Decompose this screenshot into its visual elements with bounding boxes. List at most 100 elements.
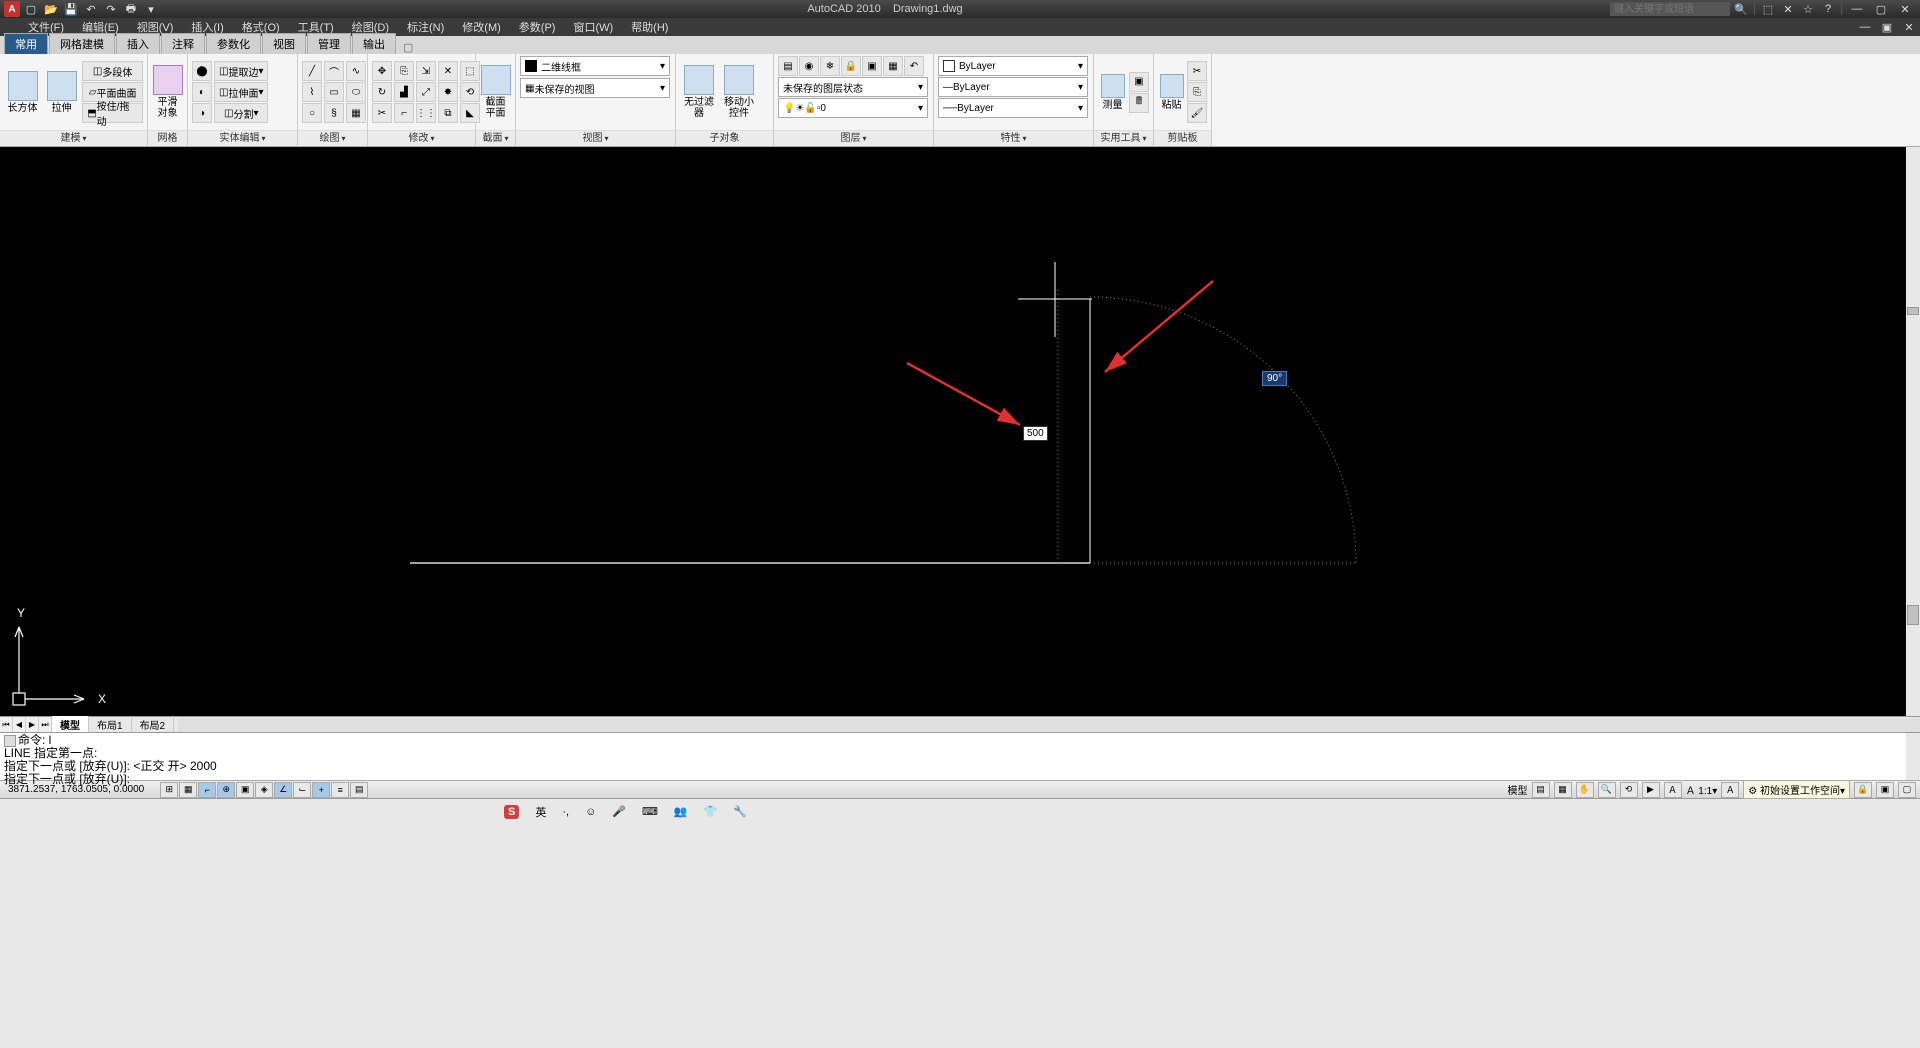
polyline-icon[interactable]: ⌇ xyxy=(302,82,322,102)
layer-freeze-icon[interactable]: ❄ xyxy=(820,56,840,76)
nofilter-button[interactable]: 无过滤器 xyxy=(680,57,718,127)
rotate-icon[interactable]: ↻ xyxy=(372,82,392,102)
panel-label-draw[interactable]: 绘图▾ xyxy=(298,130,367,146)
polysolid-button[interactable]: ◫ 多段体 xyxy=(82,61,143,81)
canvas-vscroll[interactable] xyxy=(1906,147,1920,716)
app-menu-icon[interactable]: A xyxy=(4,1,20,17)
layer-prop-icon[interactable]: ▤ xyxy=(778,56,798,76)
linetype-combo[interactable]: ── ByLayer▾ xyxy=(938,98,1088,118)
qat-print-icon[interactable]: 🖶 xyxy=(122,1,140,17)
tab-annotate[interactable]: 注释 xyxy=(161,33,205,54)
lineweight-combo[interactable]: — ByLayer▾ xyxy=(938,77,1088,97)
explode-icon[interactable]: ✸ xyxy=(438,82,458,102)
layer-iso-icon[interactable]: ▣ xyxy=(862,56,882,76)
presspull-button[interactable]: ⬒ 按住/拖动 xyxy=(82,103,143,123)
ime-hanger-icon[interactable]: 👕 xyxy=(698,802,724,822)
stretch-icon[interactable]: ⇲ xyxy=(416,61,436,81)
arc-icon[interactable]: ⌒ xyxy=(324,61,344,81)
layer-prev-icon[interactable]: ↶ xyxy=(904,56,924,76)
tab-insert[interactable]: 插入 xyxy=(116,33,160,54)
minimize-button[interactable]: — xyxy=(1846,1,1868,17)
ime-punct[interactable]: ·, xyxy=(556,802,575,822)
hatch-icon[interactable]: ▦ xyxy=(346,103,366,123)
layout-tab-1[interactable]: 布局1 xyxy=(89,716,132,733)
extractedge-button[interactable]: ◫ 提取边▾ xyxy=(214,61,268,81)
ime-emoji-icon[interactable]: ☺ xyxy=(579,802,602,822)
panel-label-solidedit[interactable]: 实体编辑▾ xyxy=(188,130,297,146)
fillet-icon[interactable]: ⌐ xyxy=(394,103,414,123)
ime-mic-icon[interactable]: 🎤 xyxy=(606,802,632,822)
smooth-button[interactable]: 平滑 对象 xyxy=(152,57,183,127)
offset-icon[interactable]: ⧉ xyxy=(438,103,458,123)
mirror-icon[interactable]: ▟ xyxy=(394,82,414,102)
tab-output[interactable]: 输出 xyxy=(352,33,396,54)
spline-icon[interactable]: ∿ xyxy=(346,61,366,81)
exchange-icon[interactable]: ✕ xyxy=(1779,1,1797,17)
extrude-button[interactable]: 拉伸 xyxy=(43,57,80,127)
layer-off-icon[interactable]: ◉ xyxy=(799,56,819,76)
intersect-icon[interactable]: ◑ xyxy=(192,103,212,123)
help-search-input[interactable] xyxy=(1610,2,1730,16)
cut-icon[interactable]: ✂ xyxy=(1187,61,1207,81)
visual-style-combo[interactable]: 二维线框▾ xyxy=(520,56,670,76)
named-view-combo[interactable]: ▦ 未保存的视图▾ xyxy=(520,78,670,98)
ime-badge[interactable]: S xyxy=(498,802,525,822)
layout-tab-model[interactable]: 模型 xyxy=(52,716,89,733)
layer-combo[interactable]: 💡☀🔓▫ 0▾ xyxy=(778,98,928,118)
doc-close-button[interactable]: ✕ xyxy=(1898,19,1920,35)
helix-icon[interactable]: § xyxy=(324,103,344,123)
quickcalc-icon[interactable]: 🖩 xyxy=(1129,93,1149,113)
union-icon[interactable]: ⬤ xyxy=(192,61,212,81)
trim-icon[interactable]: ✂ xyxy=(372,103,392,123)
extrudeface-button[interactable]: ◫ 拉伸面▾ xyxy=(214,82,268,102)
swatch-icon[interactable]: ⬚ xyxy=(1759,1,1777,17)
menu-window[interactable]: 窗口(W) xyxy=(565,17,621,37)
doc-restore-button[interactable]: ▣ xyxy=(1876,19,1898,35)
layer-lock-icon[interactable]: 🔒 xyxy=(841,56,861,76)
qat-open-icon[interactable]: 📂 xyxy=(42,1,60,17)
subtract-icon[interactable]: ◐ xyxy=(192,82,212,102)
canvas-hscroll[interactable] xyxy=(178,718,1920,732)
line-icon[interactable]: ╱ xyxy=(302,61,322,81)
panel-label-section[interactable]: 截面▾ xyxy=(476,130,515,146)
select-icon[interactable]: ▣ xyxy=(1129,72,1149,92)
help-icon[interactable]: ? xyxy=(1819,1,1837,17)
layout-tab-2[interactable]: 布局2 xyxy=(132,716,175,733)
copy-clip-icon[interactable]: ⎘ xyxy=(1187,82,1207,102)
search-icon[interactable]: 🔍 xyxy=(1732,1,1750,17)
tab-home[interactable]: 常用 xyxy=(4,33,48,54)
panel-label-view[interactable]: 视图▾ xyxy=(516,130,675,146)
layer-match-icon[interactable]: ▦ xyxy=(883,56,903,76)
gizmo-button[interactable]: 移动小控件 xyxy=(720,57,758,127)
menu-help[interactable]: 帮助(H) xyxy=(623,17,676,37)
panel-label-modify[interactable]: 修改▾ xyxy=(368,130,475,146)
ime-lang[interactable]: 英 xyxy=(529,802,552,822)
ribbon-collapse-icon[interactable]: ▢ xyxy=(403,41,413,54)
qat-redo-icon[interactable]: ↷ xyxy=(102,1,120,17)
tab-first-button[interactable]: ⏮ xyxy=(0,718,13,732)
tab-prev-button[interactable]: ◀ xyxy=(13,718,26,732)
panel-label-modeling[interactable]: 建模▾ xyxy=(0,130,147,146)
ellipse-icon[interactable]: ⬭ xyxy=(346,82,366,102)
qat-save-icon[interactable]: 💾 xyxy=(62,1,80,17)
panel-label-layers[interactable]: 图层▾ xyxy=(774,130,933,146)
circle-icon[interactable]: ○ xyxy=(302,103,322,123)
layer-state-combo[interactable]: 未保存的图层状态▾ xyxy=(778,77,928,97)
scale-icon[interactable]: ⤢ xyxy=(416,82,436,102)
command-line[interactable]: 命令: l LINE 指定第一点: 指定下一点或 [放弃(U)]: <正交 开>… xyxy=(0,732,1920,780)
qat-new-icon[interactable]: ▢ xyxy=(22,1,40,17)
menu-dimension[interactable]: 标注(N) xyxy=(399,17,452,37)
cmd-vscroll[interactable] xyxy=(1906,733,1920,780)
paste-button[interactable]: 粘贴 xyxy=(1158,57,1185,127)
separate-button[interactable]: ◫ 分割▾ xyxy=(214,103,268,123)
menu-modify[interactable]: 修改(M) xyxy=(454,17,509,37)
ime-users-icon[interactable]: 👥 xyxy=(668,802,694,822)
copy-icon[interactable]: ⎘ xyxy=(394,61,414,81)
close-button[interactable]: ✕ xyxy=(1894,1,1916,17)
sectionplane-button[interactable]: 截面 平面 xyxy=(480,57,511,127)
measure-button[interactable]: 测量 xyxy=(1098,57,1127,127)
tab-manage[interactable]: 管理 xyxy=(307,33,351,54)
panel-label-utils[interactable]: 实用工具▾ xyxy=(1094,130,1153,146)
box-button[interactable]: 长方体 xyxy=(4,57,41,127)
ime-tools-icon[interactable]: 🔧 xyxy=(727,802,753,822)
